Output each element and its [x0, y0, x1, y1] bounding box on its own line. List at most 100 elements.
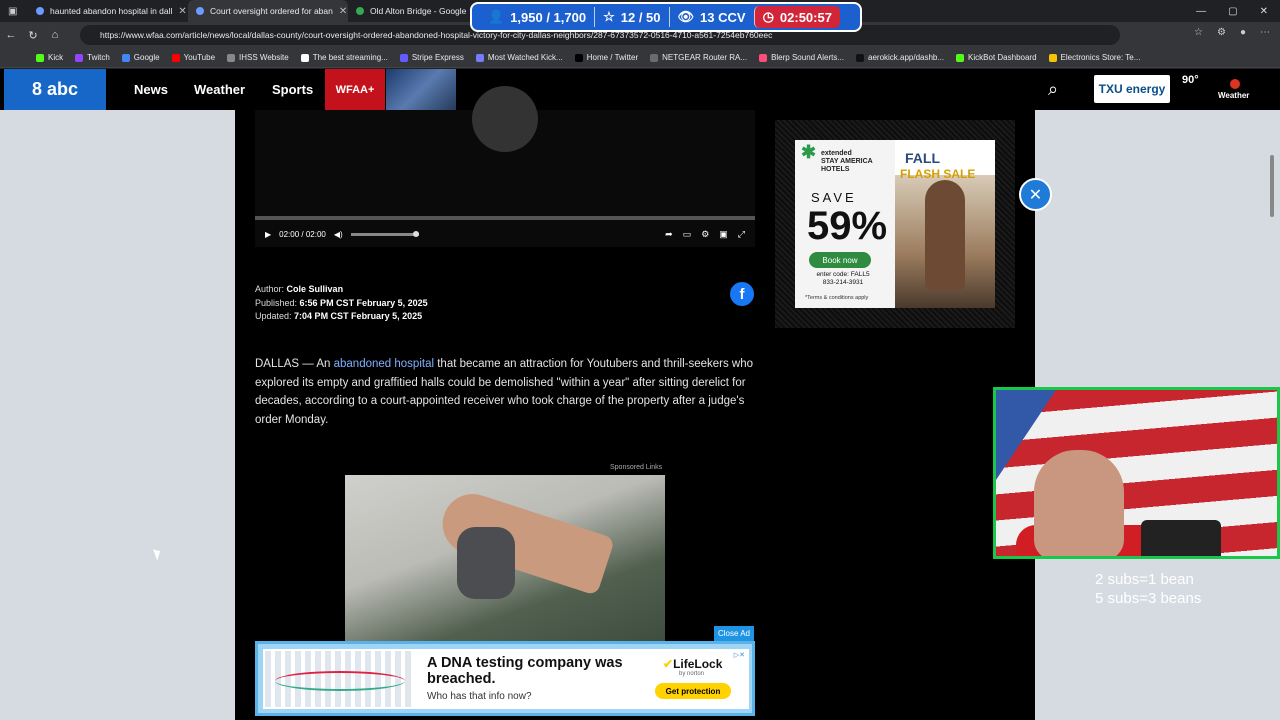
bookmark-item[interactable]: NETGEAR Router RA...	[644, 53, 753, 62]
bookmark-label: Blerp Sound Alerts...	[771, 53, 844, 62]
bookmark-item[interactable]: aerokick.app/dashb...	[850, 53, 950, 62]
menu-icon[interactable]: ⋯	[1260, 27, 1270, 38]
bookmark-label: YouTube	[183, 53, 216, 62]
bookmark-item[interactable]: Blerp Sound Alerts...	[753, 53, 850, 62]
pip-icon[interactable]: ▣	[719, 229, 728, 240]
bookmark-item[interactable]: The best streaming...	[295, 53, 394, 62]
back-icon[interactable]: ←	[0, 29, 22, 41]
search-icon[interactable]: ⌕	[1048, 79, 1058, 100]
bookmark-item[interactable]: Stripe Express	[394, 53, 470, 62]
home-icon[interactable]: ⌂	[44, 29, 66, 41]
tab-actions-button[interactable]: ▣	[0, 0, 28, 22]
fullscreen-icon[interactable]: ⤢	[738, 229, 745, 240]
adchoices-icon[interactable]: ▷✕	[734, 651, 745, 659]
book-now-button[interactable]: Book now	[809, 252, 871, 268]
volume-slider[interactable]	[350, 230, 419, 237]
bookmark-favicon-icon	[856, 53, 864, 62]
txu-energy-ad[interactable]: TXU energy	[1094, 75, 1170, 103]
microphone	[1141, 520, 1221, 556]
bookmark-item[interactable]: Kick	[30, 53, 69, 62]
bookmark-label: Most Watched Kick...	[487, 53, 563, 62]
extended-stay-ad[interactable]: ✱ extended STAY AMERICA HOTELS SAVE 59% …	[795, 140, 995, 308]
tab-title: Old Alton Bridge - Google M	[370, 6, 468, 16]
share-icon[interactable]: ➦	[665, 229, 673, 240]
favorite-star-icon[interactable]: ☆	[1194, 27, 1203, 38]
get-protection-button[interactable]: Get protection	[655, 683, 731, 699]
bookmark-label: KickBot Dashboard	[968, 53, 1037, 62]
bookmark-favicon-icon	[75, 53, 84, 62]
profile-icon[interactable]: ●	[1240, 27, 1246, 38]
abandoned-hospital-link[interactable]: abandoned hospital	[334, 358, 434, 370]
facebook-share-icon[interactable]: f	[730, 282, 754, 306]
star-icon: ☆	[603, 9, 615, 24]
captions-icon[interactable]: ▭	[683, 229, 692, 240]
weather-link[interactable]: Weather	[1218, 91, 1249, 100]
volume-icon[interactable]: ◀)	[334, 230, 343, 239]
nav-wfaa-plus[interactable]: WFAA+	[325, 69, 385, 110]
wfaa-favicon-icon	[196, 7, 204, 15]
bookmarks-bar: Kick Twitch Google YouTube IHSS Website The b…	[0, 48, 1280, 68]
bookmark-item[interactable]: KickBot Dashboard	[950, 53, 1042, 62]
site-logo[interactable]: 8 abc	[4, 69, 106, 110]
bookmark-item[interactable]: Most Watched Kick...	[470, 53, 569, 62]
video-loading-icon	[472, 86, 538, 152]
tab-2[interactable]: Court oversight ordered for aban ✕	[188, 0, 348, 22]
percent-text: 59%	[807, 204, 888, 248]
bookmark-label: Twitch	[87, 53, 110, 62]
bookmark-favicon-icon	[121, 53, 130, 62]
nav-weather[interactable]: Weather	[194, 82, 245, 97]
video-progress-bar[interactable]	[255, 216, 755, 220]
promo-code: enter code: FALL5 833-214-3931	[816, 271, 870, 286]
settings-icon[interactable]: ⚙	[701, 229, 709, 240]
tab-3[interactable]: Old Alton Bridge - Google M	[348, 0, 468, 22]
ccv-stat: 👁 13 CCV	[668, 7, 754, 27]
article-paragraph: DALLAS — An abandoned hospital that beca…	[255, 358, 754, 427]
close-ad-button[interactable]: Close Ad	[714, 626, 754, 641]
author-line: Author: Cole Sullivan	[255, 284, 344, 294]
nav-news[interactable]: News	[134, 82, 168, 97]
lifelock-banner-ad[interactable]: A DNA testing company was breached. Who …	[255, 641, 755, 716]
bookmark-favicon-icon	[399, 53, 408, 62]
ad-person	[925, 180, 965, 290]
author-name[interactable]: Cole Sullivan	[287, 284, 344, 294]
video-player[interactable]: ▶ 02:00 / 02:00 ◀) ➦ ▭ ⚙ ▣ ⤢	[255, 86, 755, 247]
volume-knob[interactable]	[412, 230, 419, 237]
extensions-icon[interactable]: ⚙	[1217, 27, 1226, 38]
toolbar-icons: ☆ ⚙ ● ⋯	[1194, 27, 1270, 38]
weather-alert-icon[interactable]	[1230, 79, 1240, 89]
bookmark-item[interactable]: Google	[116, 53, 166, 62]
bookmark-item[interactable]: IHSS Website	[221, 53, 295, 62]
site-nav: 8 abc News Weather Sports WFAA+ ⌕ TXU en…	[0, 69, 1280, 110]
sponsored-label: Sponsored Links	[610, 464, 663, 471]
ad-photo	[895, 175, 995, 308]
bookmark-label: aerokick.app/dashb...	[868, 53, 945, 62]
save-text: SAVE	[811, 190, 857, 205]
bookmark-favicon-icon	[574, 53, 583, 62]
reload-icon[interactable]: ↻	[22, 29, 44, 42]
nav-promo-thumbnail[interactable]	[386, 69, 456, 110]
nav-sports[interactable]: Sports	[272, 82, 313, 97]
lifelock-logo: ✔LifeLock by norton	[663, 657, 723, 677]
sponsored-ad-image[interactable]	[345, 475, 665, 643]
check-icon: ✔	[663, 657, 674, 671]
close-overlay-button[interactable]: ✕	[1019, 178, 1052, 211]
weather-temp[interactable]: 90°	[1182, 74, 1199, 86]
terms-text: *Terms & conditions apply	[805, 295, 869, 301]
close-tab-icon[interactable]: ✕	[339, 6, 347, 17]
minimize-icon[interactable]: —	[1196, 6, 1206, 17]
tab-1[interactable]: haunted abandon hospital in dall ✕	[28, 0, 188, 22]
video-time: 02:00 / 02:00	[279, 229, 326, 239]
close-tab-icon[interactable]: ✕	[178, 6, 186, 17]
play-icon[interactable]: ▶	[265, 230, 271, 239]
close-window-icon[interactable]: ✕	[1260, 6, 1268, 17]
bookmark-item[interactable]: Twitch	[69, 53, 116, 62]
tab-title: Court oversight ordered for aban	[210, 6, 333, 16]
bookmark-item[interactable]: YouTube	[166, 53, 221, 62]
maximize-icon[interactable]: ▢	[1228, 6, 1237, 17]
bookmark-item[interactable]: Home / Twitter	[569, 53, 644, 62]
bookmark-label: IHSS Website	[239, 53, 289, 62]
banner-subtext: Who has that info now?	[427, 691, 532, 702]
followers-stat: 👤 1,950 / 1,700	[488, 9, 587, 25]
bookmark-item[interactable]: Electronics Store: Te...	[1043, 53, 1147, 62]
dna-image	[265, 651, 415, 707]
